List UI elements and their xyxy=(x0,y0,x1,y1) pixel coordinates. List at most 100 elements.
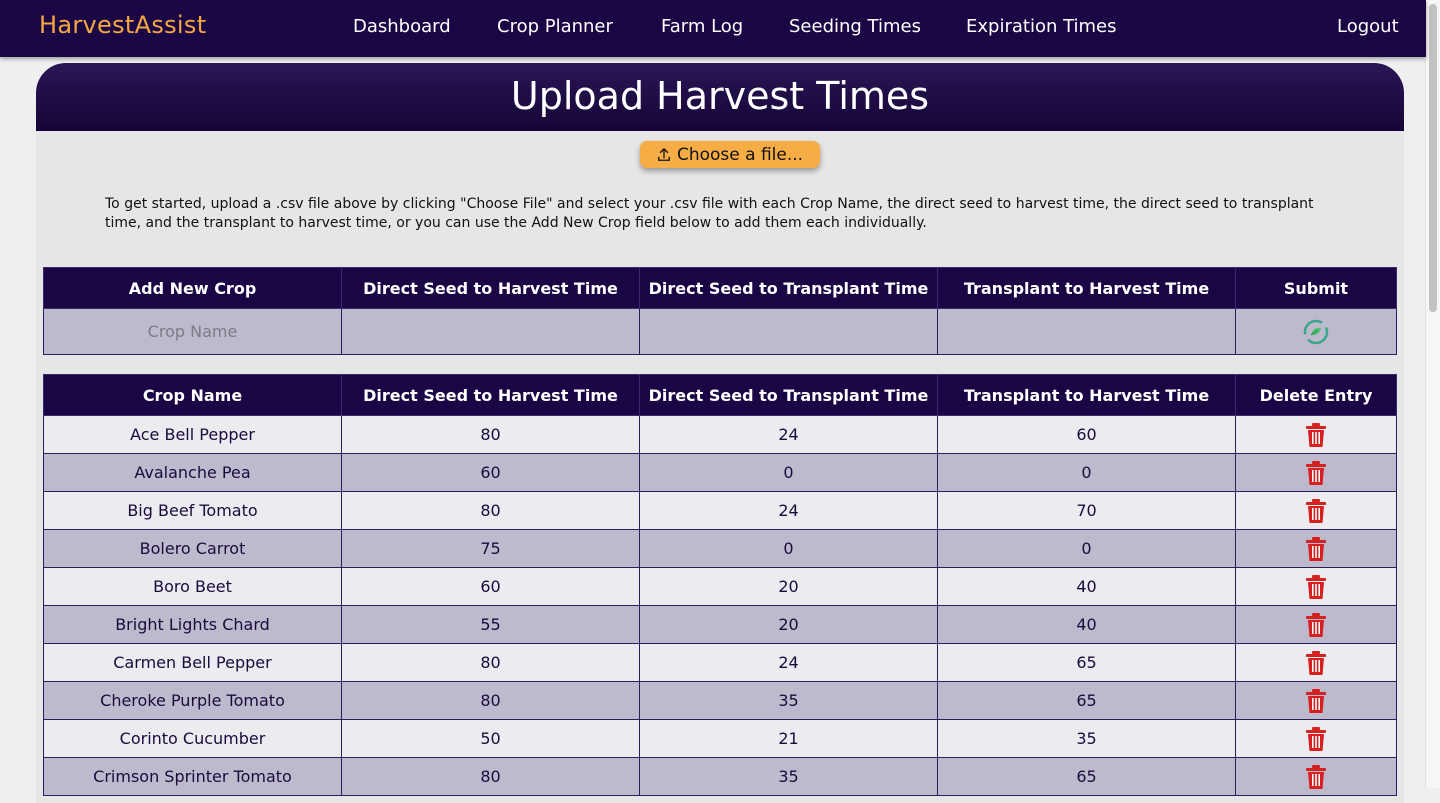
delete-entry-cell xyxy=(1235,719,1397,758)
table-row: Bright Lights Chard 55 20 40 xyxy=(43,605,1397,644)
scrollbar-thumb[interactable] xyxy=(1429,4,1437,312)
crop-name-cell: Bright Lights Chard xyxy=(43,605,342,644)
direct-seed-to-harvest-cell: 80 xyxy=(341,643,640,682)
delete-entry-cell xyxy=(1235,529,1397,568)
transplant-to-harvest-cell: 35 xyxy=(937,719,1236,758)
table-row: Corinto Cucumber 50 21 35 xyxy=(43,719,1397,758)
direct-seed-to-harvest-cell: 80 xyxy=(341,491,640,530)
transplant-to-harvest-cell: 40 xyxy=(937,605,1236,644)
table-row: Crimson Sprinter Tomato 80 35 65 xyxy=(43,757,1397,796)
submit-leaf-icon[interactable] xyxy=(1302,318,1330,346)
transplant-to-harvest-cell: 0 xyxy=(937,529,1236,568)
direct-seed-to-transplant-cell: 24 xyxy=(639,415,938,454)
direct-seed-to-transplant-input[interactable] xyxy=(640,309,937,354)
crop-name-cell: Crimson Sprinter Tomato xyxy=(43,757,342,796)
table-row: Carmen Bell Pepper 80 24 65 xyxy=(43,643,1397,682)
header-delete-entry: Delete Entry xyxy=(1235,374,1397,416)
nav-link-dashboard[interactable]: Dashboard xyxy=(353,16,451,37)
crop-name-cell: Ace Bell Pepper xyxy=(43,415,342,454)
transplant-to-harvest-cell: 65 xyxy=(937,681,1236,720)
delete-entry-cell xyxy=(1235,567,1397,606)
delete-entry-cell xyxy=(1235,415,1397,454)
trash-icon[interactable] xyxy=(1305,612,1327,638)
transplant-to-harvest-cell xyxy=(937,308,1236,355)
transplant-to-harvest-cell: 70 xyxy=(937,491,1236,530)
direct-seed-to-transplant-cell: 21 xyxy=(639,719,938,758)
trash-icon[interactable] xyxy=(1305,498,1327,524)
crop-name-cell: Corinto Cucumber xyxy=(43,719,342,758)
trash-icon[interactable] xyxy=(1305,574,1327,600)
crops-header-row: Crop Name Direct Seed to Harvest Time Di… xyxy=(43,374,1397,416)
transplant-to-harvest-input[interactable] xyxy=(938,309,1235,354)
crop-name-input[interactable] xyxy=(44,309,341,354)
direct-seed-to-transplant-cell: 20 xyxy=(639,567,938,606)
header-direct-seed-to-transplant: Direct Seed to Transplant Time xyxy=(639,267,938,309)
table-row: Bolero Carrot 75 0 0 xyxy=(43,529,1397,568)
crop-name-cell: Big Beef Tomato xyxy=(43,491,342,530)
trash-icon[interactable] xyxy=(1305,536,1327,562)
crop-name-cell: Bolero Carrot xyxy=(43,529,342,568)
transplant-to-harvest-cell: 60 xyxy=(937,415,1236,454)
instructions-text: To get started, upload a .csv file above… xyxy=(105,196,1314,231)
trash-icon[interactable] xyxy=(1305,726,1327,752)
header-direct-seed-to-transplant: Direct Seed to Transplant Time xyxy=(639,374,938,416)
direct-seed-to-harvest-cell: 80 xyxy=(341,681,640,720)
transplant-to-harvest-cell: 0 xyxy=(937,453,1236,492)
table-row: Avalanche Pea 60 0 0 xyxy=(43,453,1397,492)
nav-link-farm-log[interactable]: Farm Log xyxy=(661,16,743,37)
direct-seed-to-harvest-cell: 75 xyxy=(341,529,640,568)
direct-seed-to-harvest-cell: 50 xyxy=(341,719,640,758)
crop-name-cell: Avalanche Pea xyxy=(43,453,342,492)
top-navbar: HarvestAssist Dashboard Crop Planner Far… xyxy=(0,0,1426,57)
card-header: Upload Harvest Times xyxy=(36,63,1404,131)
nav-link-seeding-times[interactable]: Seeding Times xyxy=(789,16,921,37)
direct-seed-to-harvest-input[interactable] xyxy=(342,309,639,354)
trash-icon[interactable] xyxy=(1305,650,1327,676)
logout-link[interactable]: Logout xyxy=(1337,16,1399,37)
direct-seed-to-harvest-cell: 60 xyxy=(341,567,640,606)
delete-entry-cell xyxy=(1235,681,1397,720)
header-transplant-to-harvest: Transplant to Harvest Time xyxy=(937,374,1236,416)
direct-seed-to-harvest-cell: 80 xyxy=(341,757,640,796)
nav-link-expiration-times[interactable]: Expiration Times xyxy=(966,16,1117,37)
header-crop-name: Crop Name xyxy=(43,374,342,416)
delete-entry-cell xyxy=(1235,453,1397,492)
upload-card: Upload Harvest Times Choose a file... To… xyxy=(36,63,1404,803)
table-row: Cheroke Purple Tomato 80 35 65 xyxy=(43,681,1397,720)
direct-seed-to-transplant-cell: 0 xyxy=(639,453,938,492)
header-transplant-to-harvest: Transplant to Harvest Time xyxy=(937,267,1236,309)
crops-table: Crop Name Direct Seed to Harvest Time Di… xyxy=(43,374,1397,796)
direct-seed-to-harvest-cell xyxy=(341,308,640,355)
crop-name-cell xyxy=(43,308,342,355)
page-scrollbar[interactable] xyxy=(1425,0,1440,788)
nav-link-crop-planner[interactable]: Crop Planner xyxy=(497,16,613,37)
add-crop-header-row: Add New Crop Direct Seed to Harvest Time… xyxy=(43,267,1397,309)
header-direct-seed-to-harvest: Direct Seed to Harvest Time xyxy=(341,374,640,416)
direct-seed-to-transplant-cell: 35 xyxy=(639,681,938,720)
choose-file-button[interactable]: Choose a file... xyxy=(640,141,820,168)
table-row: Ace Bell Pepper 80 24 60 xyxy=(43,415,1397,454)
direct-seed-to-harvest-cell: 55 xyxy=(341,605,640,644)
header-submit: Submit xyxy=(1235,267,1397,309)
header-add-new-crop: Add New Crop xyxy=(43,267,342,309)
crop-name-cell: Carmen Bell Pepper xyxy=(43,643,342,682)
delete-entry-cell xyxy=(1235,757,1397,796)
transplant-to-harvest-cell: 65 xyxy=(937,643,1236,682)
delete-entry-cell xyxy=(1235,643,1397,682)
transplant-to-harvest-cell: 65 xyxy=(937,757,1236,796)
table-row: Big Beef Tomato 80 24 70 xyxy=(43,491,1397,530)
trash-icon[interactable] xyxy=(1305,764,1327,790)
direct-seed-to-transplant-cell: 0 xyxy=(639,529,938,568)
brand-logo[interactable]: HarvestAssist xyxy=(39,11,206,39)
trash-icon[interactable] xyxy=(1305,422,1327,448)
direct-seed-to-transplant-cell: 24 xyxy=(639,491,938,530)
direct-seed-to-transplant-cell: 24 xyxy=(639,643,938,682)
trash-icon[interactable] xyxy=(1305,460,1327,486)
transplant-to-harvest-cell: 40 xyxy=(937,567,1236,606)
delete-entry-cell xyxy=(1235,491,1397,530)
upload-icon xyxy=(658,147,670,161)
direct-seed-to-harvest-cell: 60 xyxy=(341,453,640,492)
trash-icon[interactable] xyxy=(1305,688,1327,714)
add-crop-input-row xyxy=(43,308,1397,355)
direct-seed-to-transplant-cell xyxy=(639,308,938,355)
